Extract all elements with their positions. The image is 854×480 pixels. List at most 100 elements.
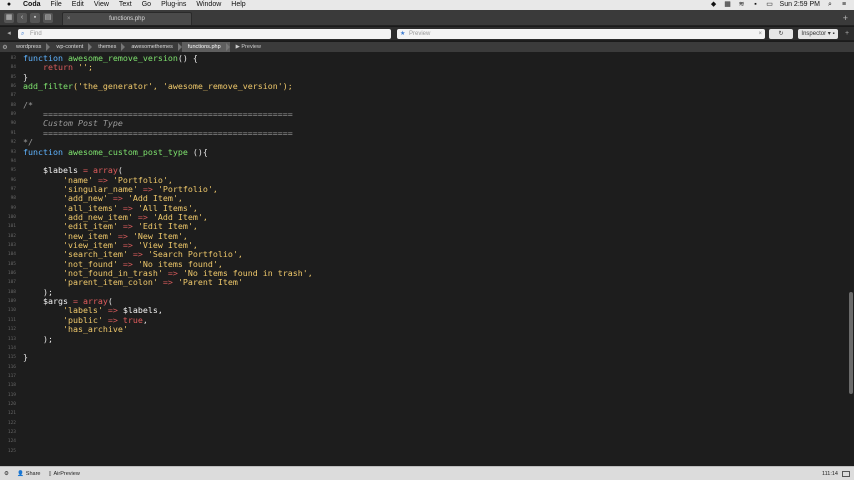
line-number: 98 [10, 196, 16, 202]
code-token: function [23, 146, 68, 157]
back-arrow-icon[interactable]: ◂ [4, 29, 14, 39]
code-token: awesome_custom_post_type [67, 146, 193, 157]
split-view-icon[interactable] [842, 470, 850, 477]
breadcrumb-themes[interactable]: themes [92, 42, 126, 52]
files-icon[interactable]: ▤ [43, 13, 53, 23]
code-token: ); [23, 333, 53, 344]
status-bar: ⚙ 👤 Share ▯ AirPreview 111:14 [0, 466, 854, 480]
line-number: 90 [10, 121, 16, 127]
add-button[interactable]: + [842, 29, 852, 39]
line-number: 86 [10, 84, 16, 90]
back-icon[interactable]: ‹ [17, 13, 27, 23]
new-tab-button[interactable]: + [843, 13, 848, 23]
scrollbar-thumb[interactable] [849, 292, 853, 394]
dropbox-icon[interactable]: ◆ [710, 0, 718, 10]
wifi-icon[interactable]: ≋ [738, 0, 746, 10]
code-line[interactable]: } [23, 353, 28, 362]
code-token: , [142, 314, 148, 325]
preview-input[interactable]: ★ Preview × [397, 29, 765, 39]
code-token: add_filter [23, 81, 73, 92]
notification-center-icon[interactable]: ≡ [840, 0, 848, 10]
menu-item-go[interactable]: Go [137, 0, 156, 10]
share-label: Share [25, 470, 41, 477]
menu-item-edit[interactable]: Edit [67, 0, 89, 10]
line-number: 116 [7, 364, 16, 370]
preview-placeholder: Preview [409, 31, 431, 37]
code-line[interactable]: ); [23, 333, 53, 344]
line-number: 88 [10, 102, 16, 108]
airpreview-button[interactable]: ▯ AirPreview [44, 471, 83, 477]
code-line[interactable]: ========================================… [23, 128, 293, 138]
app-status-icon[interactable]: ▦ [724, 0, 732, 10]
menu-item-text[interactable]: Text [114, 0, 137, 10]
menu-item-plugins[interactable]: Plug-ins [156, 0, 191, 10]
line-number: 109 [7, 299, 16, 305]
share-button[interactable]: 👤 Share [13, 471, 45, 477]
line-number: 111 [7, 317, 16, 323]
line-number: 123 [7, 430, 16, 435]
line-number: 94 [10, 158, 16, 164]
code-token: (){ [192, 146, 208, 157]
find-input[interactable]: ⌕ Find [18, 29, 391, 39]
line-number: 125 [7, 448, 16, 454]
line-number: 107 [7, 280, 16, 286]
person-icon: 👤 [16, 470, 24, 477]
code-token: => [162, 277, 178, 288]
line-number: 92 [10, 140, 16, 146]
sites-icon[interactable]: ▦ [4, 13, 14, 23]
code-token: () { [177, 53, 198, 63]
menu-item-view[interactable]: View [89, 0, 114, 10]
gear-icon[interactable]: ⚙ [0, 44, 10, 51]
airpreview-label: AirPreview [53, 470, 80, 477]
menu-item-help[interactable]: Help [226, 0, 250, 10]
battery-icon[interactable]: ▭ [766, 0, 774, 10]
line-number: 104 [7, 252, 16, 258]
line-number: 120 [7, 401, 16, 407]
gear-icon: ⚙ [4, 470, 9, 477]
line-number: 122 [7, 420, 16, 426]
line-number: 105 [7, 261, 16, 267]
breadcrumb-awesomethemes[interactable]: awesomethemes [125, 42, 182, 52]
code-line[interactable]: 'parent_item_colon' => 'Parent Item' [23, 278, 243, 287]
line-number: 101 [7, 224, 16, 230]
title-bar: ▦ ‹ ▪ ▤ × functions.php + [0, 10, 854, 26]
breadcrumb-wp-content[interactable]: wp-content [50, 42, 93, 52]
breadcrumb-wordpress[interactable]: wordpress [10, 42, 51, 52]
inspector-button[interactable]: Inspector ▾ ▪ [798, 29, 838, 39]
line-number: 99 [10, 205, 16, 211]
line-number: 119 [7, 392, 16, 398]
breadcrumb-functions-php[interactable]: functions.php [181, 42, 230, 52]
menu-item-coda[interactable]: Coda [18, 0, 46, 10]
refresh-button[interactable]: ↻ [769, 29, 793, 39]
code-line[interactable]: function awesome_custom_post_type (){ [23, 146, 208, 157]
breadcrumb-preview-label: Preview [241, 44, 261, 50]
tab-functions-php[interactable]: × functions.php [62, 12, 192, 25]
code-token: ('the_generator', 'awesome_remove_versio… [72, 81, 293, 92]
menu-clock[interactable]: Sun 2:59 PM [780, 0, 820, 10]
editor-scrollbar[interactable] [848, 52, 854, 466]
line-number: 83 [10, 56, 16, 61]
code-editor[interactable]: 83 84 85 86 87 88 89 90 91 92 93 94 95 96 97 98 99 100 101… [0, 52, 848, 466]
code-line[interactable]: return ''; [23, 63, 93, 72]
window-controls: ▦ ‹ ▪ ▤ [4, 13, 53, 23]
stop-icon[interactable]: ▪ [30, 13, 40, 23]
clear-icon[interactable]: × [758, 29, 762, 39]
search-icon[interactable]: ⌕ [826, 0, 834, 10]
line-number: 95 [10, 168, 16, 174]
search-bar: ◂ ⌕ Find ★ Preview × ↻ Inspector ▾ ▪ + [0, 27, 854, 41]
line-number: 121 [7, 411, 16, 417]
apple-menu-icon[interactable]: ● [0, 0, 18, 10]
search-icon: ⌕ [21, 31, 25, 37]
flag-icon[interactable]: ▪ [752, 0, 760, 10]
menu-item-window[interactable]: Window [191, 0, 226, 10]
line-number: 108 [7, 289, 16, 295]
line-number: 93 [10, 149, 16, 155]
code-token: return [23, 62, 78, 73]
line-number: 103 [7, 243, 16, 248]
settings-button[interactable]: ⚙ [0, 471, 13, 477]
breadcrumb-preview[interactable]: ▶ Preview [230, 42, 270, 52]
close-tab-icon[interactable]: × [67, 13, 71, 26]
line-number: 110 [7, 308, 16, 314]
menu-item-file[interactable]: File [46, 0, 67, 10]
code-line[interactable]: add_filter('the_generator', 'awesome_rem… [23, 81, 293, 92]
